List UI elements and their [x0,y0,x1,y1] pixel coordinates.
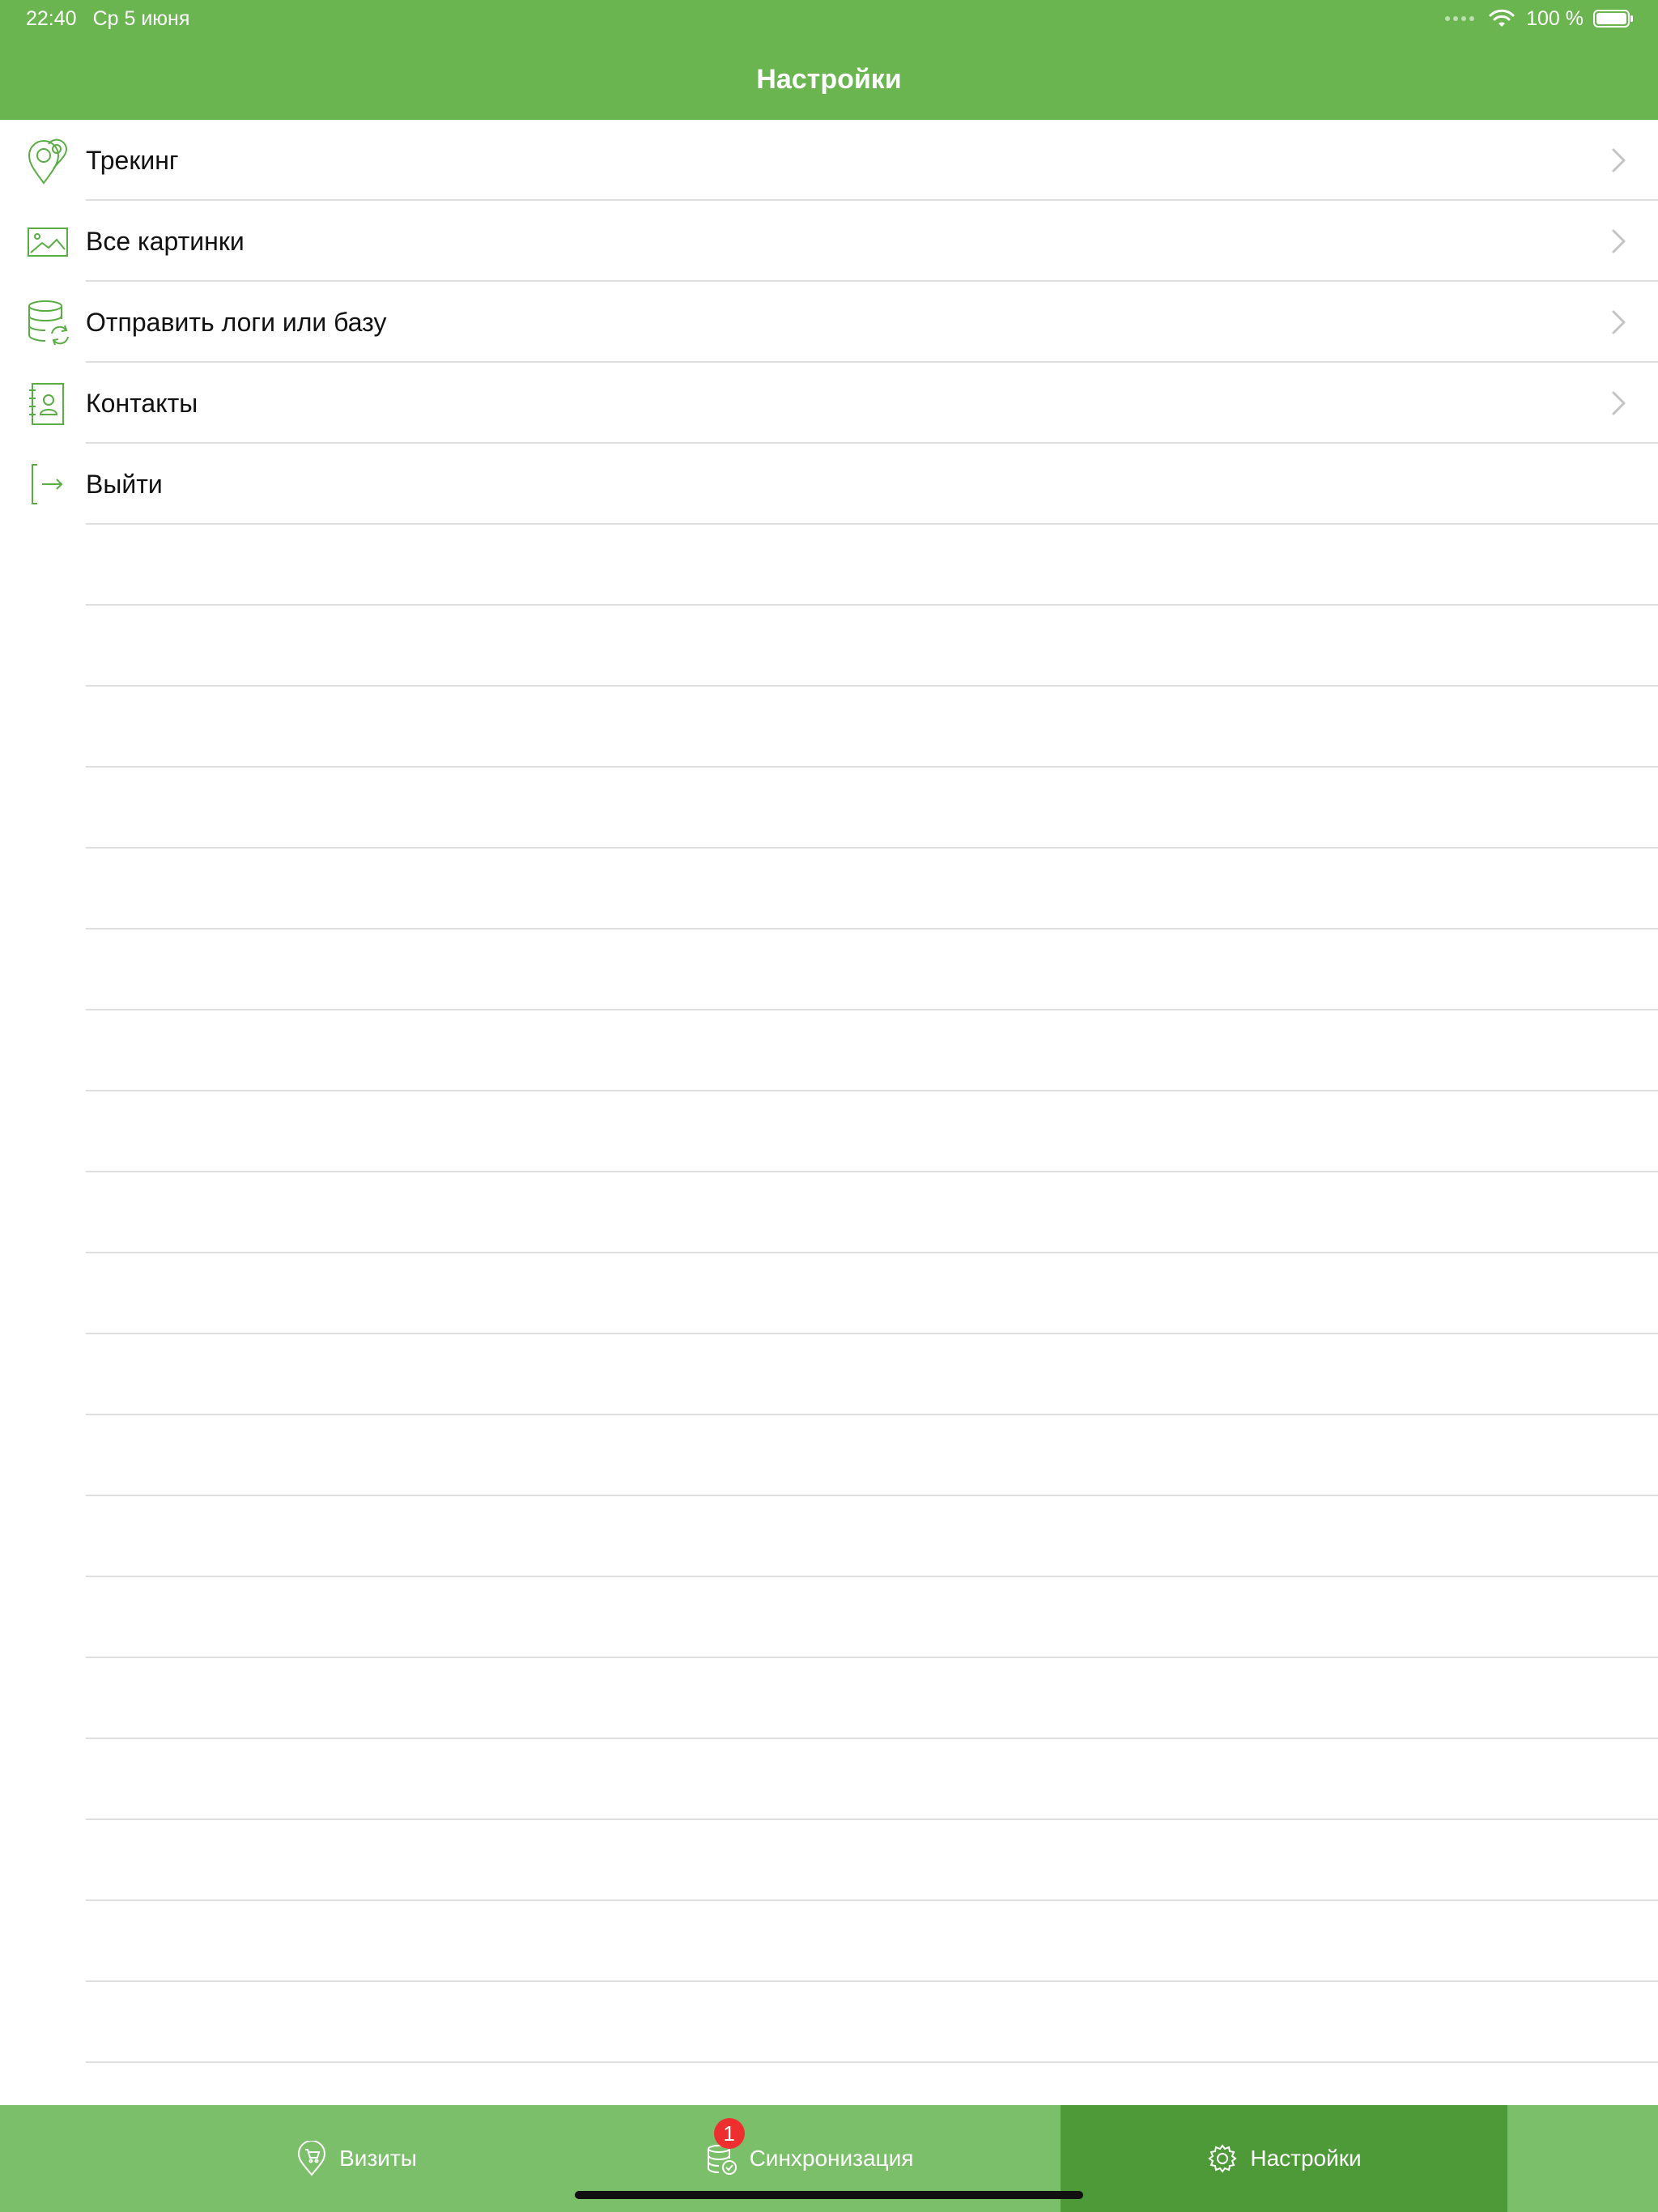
empty-row [0,1577,1658,1658]
empty-row [0,606,1658,687]
settings-item-label: Выйти [86,470,163,499]
settings-item-tracking[interactable]: Трекинг [0,120,1658,201]
home-indicator [575,2191,1083,2199]
empty-row [0,687,1658,768]
status-time: 22:40 [26,7,77,30]
chevron-right-icon [1612,229,1626,253]
tab-visits[interactable]: Визиты [162,2105,551,2212]
empty-row [0,1658,1658,1739]
settings-item-send-logs[interactable]: Отправить логи или базу [0,282,1658,363]
empty-row [0,1253,1658,1334]
settings-item-label: Отправить логи или базу [86,308,387,337]
empty-row [0,1091,1658,1172]
settings-item-contacts[interactable]: Контакты [0,363,1658,444]
battery-percent: 100 % [1526,6,1584,30]
settings-item-label: Контакты [86,389,198,418]
settings-list: Трекинг Все картинки Отправить логи или … [0,120,1658,2144]
empty-row [0,1901,1658,1982]
database-sync-icon [26,298,71,347]
wifi-icon [1489,9,1515,27]
empty-row [0,1415,1658,1496]
contacts-book-icon [26,379,71,428]
location-pins-icon [26,136,71,185]
gear-icon [1206,2141,1239,2176]
empty-row [0,1334,1658,1415]
status-bar-left: 22:40 Ср 5 июня [26,6,189,31]
empty-row [0,1820,1658,1901]
cellular-signal-icon [1445,16,1475,21]
empty-row [0,1010,1658,1091]
page-title: Настройки [756,64,902,95]
empty-row [0,849,1658,929]
chevron-right-icon [1612,148,1626,172]
empty-rows [0,525,1658,2144]
logout-icon [26,460,71,508]
empty-row [0,1982,1658,2063]
settings-item-logout[interactable]: Выйти [0,444,1658,525]
sync-badge: 1 [713,2118,745,2149]
navigation-header: 22:40 Ср 5 июня 100 % Настройки [0,0,1658,120]
empty-row [0,1496,1658,1577]
empty-row [0,525,1658,606]
settings-item-label: Трекинг [86,146,179,175]
tab-label: Настройки [1250,2146,1362,2171]
chevron-right-icon [1612,391,1626,415]
battery-icon [1593,10,1633,28]
empty-row [0,1172,1658,1253]
empty-row [0,1739,1658,1820]
empty-row [0,929,1658,1010]
settings-item-label: Все картинки [86,227,244,256]
empty-row [0,768,1658,849]
tab-label: Визиты [339,2146,417,2171]
status-date: Ср 5 июня [92,7,190,30]
tab-label: Синхронизация [749,2146,914,2171]
image-icon [26,217,71,266]
tab-settings[interactable]: Настройки [1061,2105,1507,2212]
chevron-right-icon [1612,310,1626,334]
database-check-icon: 1 [706,2118,745,2176]
map-pin-cart-icon [295,2140,328,2176]
settings-item-all-pictures[interactable]: Все картинки [0,201,1658,282]
status-bar-right: 100 % [1445,3,1634,34]
